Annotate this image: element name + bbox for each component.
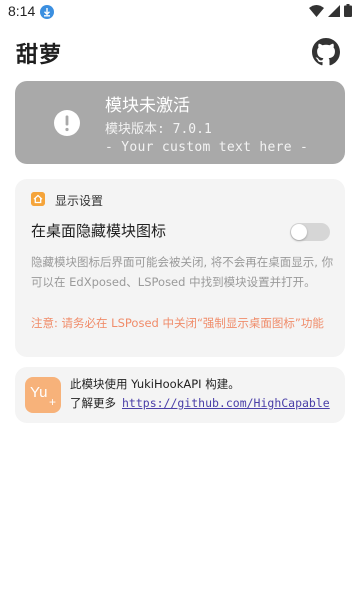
app-title: 甜萝 [16, 43, 63, 68]
module-status-title: 模块未激活 [105, 96, 190, 116]
status-bar: 8:14 [0, 0, 360, 24]
logo-plus: + [49, 395, 57, 409]
yukihook-logo: Yu + [25, 377, 61, 413]
custom-text: - Your custom text here - [105, 140, 309, 155]
hide-icon-toggle[interactable] [290, 223, 330, 241]
display-settings-card: 显示设置 在桌面隐藏模块图标 隐藏模块图标后界面可能会被关闭, 将不会再在桌面显… [15, 179, 345, 357]
github-link[interactable]: https://github.com/HighCapable [122, 396, 330, 410]
built-with-text: 此模块使用 YukiHookAPI 构建。 [70, 377, 240, 391]
home-icon [31, 192, 45, 206]
signal-icon [328, 4, 340, 17]
wifi-icon [309, 4, 324, 17]
build-info-card: Yu + 此模块使用 YukiHookAPI 构建。 了解更多 https://g… [15, 367, 345, 423]
toggle-knob [291, 224, 307, 240]
learn-more-label: 了解更多 [70, 396, 116, 410]
hide-icon-label: 在桌面隐藏模块图标 [31, 222, 167, 240]
github-icon[interactable] [312, 38, 340, 66]
download-icon [40, 5, 54, 19]
battery-icon [344, 4, 352, 17]
logo-text: Yu [30, 384, 48, 401]
status-icons [309, 4, 352, 17]
learn-more-row: 了解更多 https://github.com/HighCapable [70, 395, 330, 411]
module-status-card: 模块未激活 模块版本: 7.0.1 - Your custom text her… [15, 81, 345, 164]
module-version: 模块版本: 7.0.1 [105, 122, 212, 137]
alert-icon [54, 110, 80, 136]
hide-icon-description: 隐藏模块图标后界面可能会被关闭, 将不会再在桌面显示, 你可以在 EdXpose… [31, 255, 334, 289]
status-time: 8:14 [8, 3, 36, 19]
section-title: 显示设置 [55, 194, 104, 208]
warning-text: 注意: 请务必在 LSPosed 中关闭“强制显示桌面图标”功能 [31, 316, 324, 330]
